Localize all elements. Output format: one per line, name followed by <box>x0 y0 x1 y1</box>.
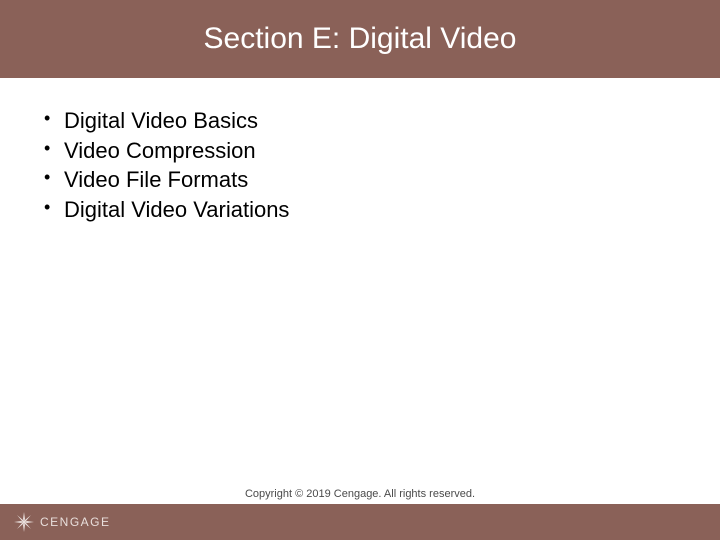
bullet-list: Digital Video Basics Video Compression V… <box>40 106 680 225</box>
list-item: Video Compression <box>40 136 680 166</box>
footer-band: CENGAGE <box>0 504 720 540</box>
slide: Section E: Digital Video Digital Video B… <box>0 0 720 540</box>
slide-title: Section E: Digital Video <box>204 22 517 56</box>
content-area: Digital Video Basics Video Compression V… <box>0 78 720 504</box>
list-item: Digital Video Basics <box>40 106 680 136</box>
starburst-icon <box>14 512 34 532</box>
brand-name: CENGAGE <box>40 515 111 529</box>
copyright-text: Copyright © 2019 Cengage. All rights res… <box>0 488 720 500</box>
list-item: Video File Formats <box>40 165 680 195</box>
list-item: Digital Video Variations <box>40 195 680 225</box>
title-band: Section E: Digital Video <box>0 0 720 78</box>
brand-logo: CENGAGE <box>14 512 111 532</box>
